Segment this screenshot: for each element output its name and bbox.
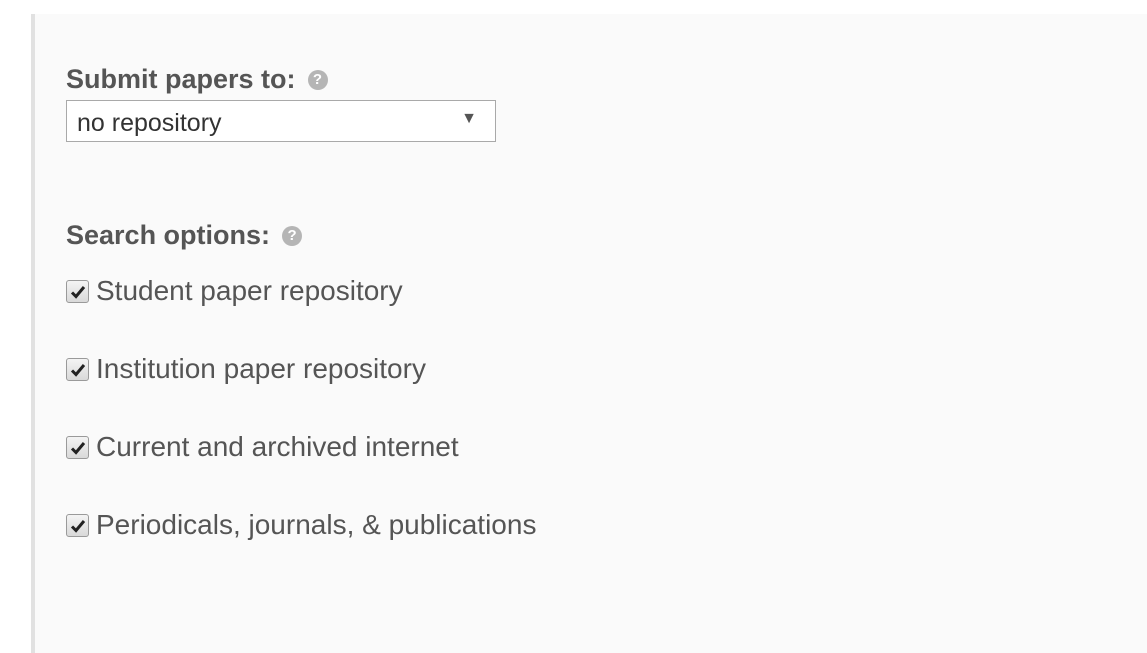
checkmark-icon [70, 285, 86, 299]
search-options-heading: Search options: ? [66, 220, 303, 251]
checkbox-current-and-archived-internet[interactable] [66, 435, 89, 459]
option-label: Institution paper repository [96, 353, 426, 384]
settings-page: Submit papers to: ? no repository ▼ Sear… [0, 0, 1147, 653]
option-label: Current and archived internet [96, 431, 459, 462]
option-label: Periodicals, journals, & publications [96, 509, 537, 540]
option-institution-paper-repository[interactable]: Institution paper repository [66, 353, 426, 385]
repository-select-value: no repository [77, 109, 222, 137]
option-label: Student paper repository [96, 275, 403, 306]
option-current-and-archived-internet[interactable]: Current and archived internet [66, 431, 459, 463]
checkbox-periodicals-journals-publications[interactable] [66, 513, 89, 537]
option-periodicals-journals-publications[interactable]: Periodicals, journals, & publications [66, 509, 536, 541]
left-rail [0, 0, 35, 653]
repository-select[interactable]: no repository ▼ [66, 100, 496, 142]
chevron-down-icon: ▼ [461, 110, 477, 127]
checkmark-icon [70, 519, 86, 533]
option-student-paper-repository[interactable]: Student paper repository [66, 275, 403, 307]
checkbox-student-paper-repository[interactable] [66, 279, 89, 303]
submit-papers-heading: Submit papers to: ? [66, 64, 328, 95]
checkmark-icon [70, 363, 86, 377]
checkmark-icon [70, 441, 86, 455]
search-options-label: Search options: [66, 220, 271, 250]
checkbox-institution-paper-repository[interactable] [66, 357, 89, 381]
submit-papers-label: Submit papers to: [66, 64, 296, 94]
help-icon[interactable]: ? [307, 69, 328, 90]
help-icon[interactable]: ? [282, 225, 303, 246]
